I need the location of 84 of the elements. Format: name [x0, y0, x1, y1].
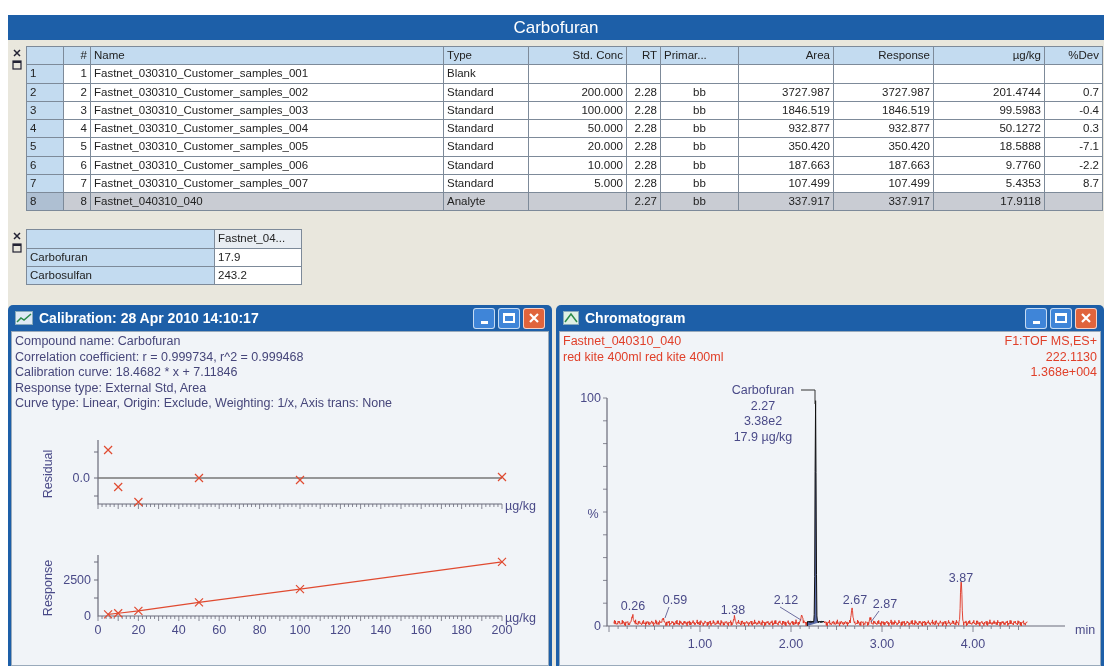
sample-text: Fastnet_040310_040	[563, 334, 683, 350]
column-header: #	[63, 46, 91, 65]
data-point	[103, 609, 113, 619]
column-header: Primar...	[660, 46, 739, 65]
column-header: RT	[626, 46, 661, 65]
calibration-curve-icon	[15, 311, 33, 325]
tick-label: 180	[451, 622, 473, 637]
restore-icon[interactable]	[12, 60, 22, 70]
minimize-button[interactable]	[1025, 307, 1047, 329]
window-title: Chromatogram	[585, 308, 687, 328]
peak-annotation: 3.38e2	[743, 414, 783, 428]
peak-icon	[563, 311, 579, 325]
leader-line	[870, 610, 880, 623]
tick-label: 0	[84, 608, 91, 623]
peak-annotation: Carbofuran	[731, 383, 795, 397]
info-text: Response type: External Std, Area	[15, 380, 208, 396]
peak-annotation: 2.27	[750, 398, 776, 413]
tick-label: 100	[289, 622, 311, 637]
info-text: Calibration curve: 18.4682 * x + 7.11846	[15, 365, 239, 381]
column-header: µg/kg	[933, 46, 1045, 65]
tick-label: 2500	[63, 572, 91, 587]
axis-label: %	[587, 507, 599, 521]
tick-label: 120	[329, 622, 351, 637]
tick-label: 1.00	[687, 637, 713, 651]
data-point	[295, 584, 305, 594]
restore-icon[interactable]	[12, 243, 22, 254]
minimize-button[interactable]	[473, 307, 495, 329]
tick-label: 2.00	[778, 637, 804, 651]
peak-label: 0.59	[662, 593, 688, 607]
tick-label: 0.0	[72, 470, 90, 485]
trace-info-text: 222.1130	[1045, 349, 1097, 365]
column-header: Area	[738, 46, 834, 65]
info-text: Curve type: Linear, Origin: Exclude, Weighting: 1/x, Axis trans: None	[15, 396, 394, 412]
tick-label: 100	[580, 391, 601, 405]
maximize-button[interactable]	[498, 307, 520, 329]
data-point	[194, 597, 204, 607]
window-title: Calibration: 28 Apr 2010 14:10:17	[39, 308, 260, 328]
tick-label: 20	[131, 622, 146, 637]
peak-label: 3.87	[948, 571, 974, 585]
info-text: Compound name: Carbofuran	[15, 334, 182, 350]
leader-line	[800, 389, 816, 405]
peak-label: 2.87	[872, 597, 898, 611]
column-header: Response	[833, 46, 934, 65]
info-text: Correlation coefficient: r = 0.999734, r^2 = 0.999468	[15, 349, 305, 365]
tick-label: 80	[252, 622, 267, 637]
tick-label: 140	[370, 622, 392, 637]
column-header: Name	[90, 46, 444, 65]
leader-line	[664, 606, 670, 619]
tick-label: 60	[212, 622, 227, 637]
axis-label: µg/kg	[505, 498, 536, 513]
sample-text: red kite 400ml red kite 400ml	[563, 349, 724, 365]
tick-label: 0	[594, 619, 601, 633]
maximize-button[interactable]	[1050, 307, 1072, 329]
leader-line	[779, 606, 802, 621]
tick-label: 0	[94, 622, 102, 637]
close-icon	[1080, 312, 1092, 324]
tick-label: 3.00	[869, 637, 895, 651]
column-header: %Dev	[1044, 46, 1103, 65]
peak-label: 2.12	[773, 593, 799, 607]
column-header: Fastnet_04...	[214, 229, 302, 248]
data-point	[497, 556, 507, 566]
peak-label: 0.26	[620, 599, 646, 613]
close-icon	[528, 312, 540, 324]
data-point	[113, 608, 123, 618]
tick-label: 160	[410, 622, 432, 637]
axis-label: Response	[41, 559, 55, 616]
close-button[interactable]	[523, 307, 545, 329]
tick-label: 40	[171, 622, 186, 637]
window-title: Carbofuran	[8, 15, 1104, 40]
close-icon[interactable]	[12, 231, 22, 242]
axis-label: Residual	[41, 449, 55, 498]
trace-info-text: 1.368e+004	[1030, 365, 1097, 381]
axis-label: min	[1075, 623, 1096, 637]
peak-annotation: 17.9 µg/kg	[733, 429, 793, 444]
close-button[interactable]	[1075, 307, 1097, 329]
column-header: Type	[443, 46, 529, 65]
axis-label: µg/kg	[505, 610, 536, 625]
data-point	[133, 605, 143, 615]
trace-info-text: F1:TOF MS,ES+	[1004, 334, 1097, 350]
peak-label: 2.67	[842, 593, 868, 607]
tick-label: 4.00	[960, 637, 986, 651]
peak-label: 1.38	[720, 603, 746, 617]
column-header: Std. Conc	[528, 46, 627, 65]
close-icon[interactable]	[12, 48, 22, 58]
